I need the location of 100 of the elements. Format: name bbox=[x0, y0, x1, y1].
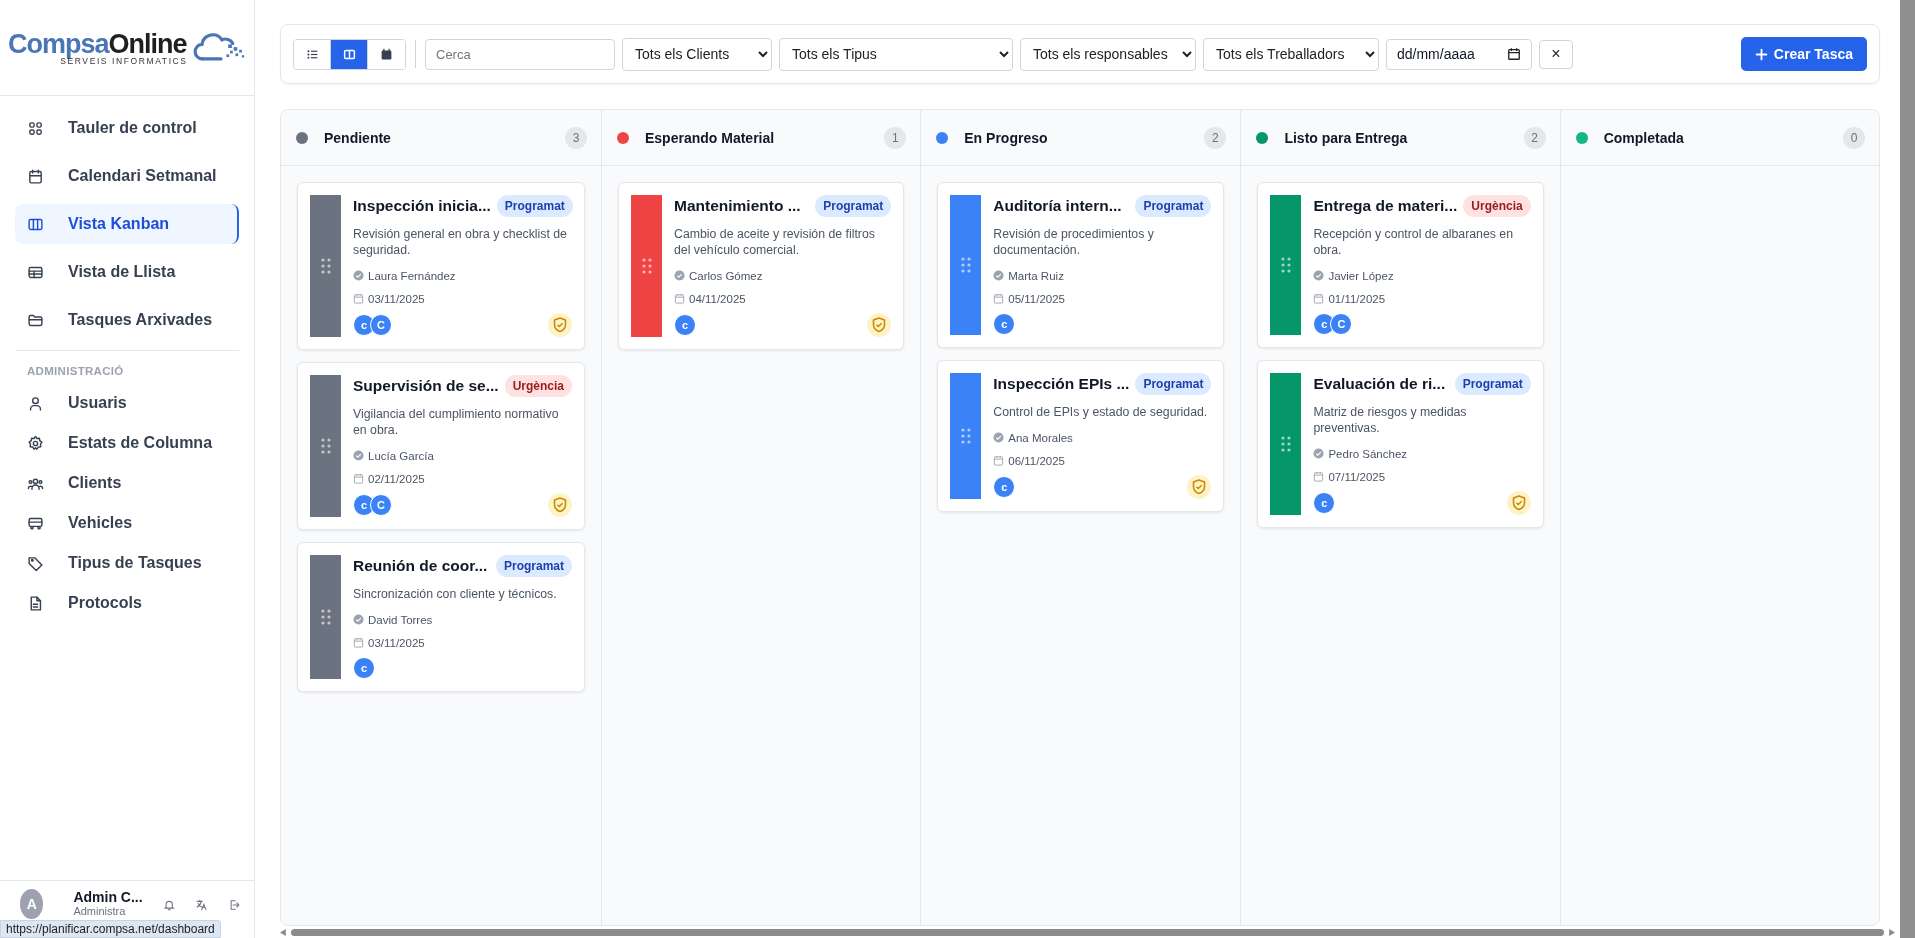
assignee-name: Carlos Gómez bbox=[689, 269, 763, 282]
right-arrow-icon[interactable] bbox=[1888, 928, 1895, 936]
column-title: Completada bbox=[1603, 129, 1685, 146]
task-card[interactable]: Auditoría intern... Programat Revisión de procedimientos y documentación. Marta Ruiz 05/11/2025 c bbox=[937, 182, 1225, 348]
due-date: 02/11/2025 bbox=[368, 472, 425, 485]
drag-handle[interactable] bbox=[1270, 373, 1302, 515]
column-title: Listo para Entrega bbox=[1284, 129, 1409, 146]
user-role: Administra bbox=[73, 905, 127, 917]
task-card[interactable]: Inspección EPIs ... Programat Control de EPIs y estado de seguridad. Ana Morales 06/11/2025 c bbox=[937, 360, 1225, 512]
avatar: C bbox=[370, 494, 392, 516]
filter-dropdown[interactable]: Tots els Treballadors bbox=[1203, 37, 1379, 71]
status-url: https://planificar.compsa.net/dashboard bbox=[0, 920, 221, 938]
card-description: Recepción y control de albaranes en obra. bbox=[1313, 226, 1515, 258]
task-card[interactable]: Entrega de materi... Urgència Recepción y control de albaranes en obra. Javier López 01/11/2025 c C bbox=[1257, 182, 1544, 348]
priority-badge: Programat bbox=[1454, 373, 1531, 395]
task-card[interactable]: Reunión de coor... Programat Sincronización con cliente y técnicos. David Torres 03/11/2025 c bbox=[297, 542, 585, 692]
filter-dropdown[interactable]: Tots els Tipus bbox=[779, 37, 1013, 71]
nav-item[interactable]: Vista de Llista bbox=[15, 252, 239, 292]
card-description: Vigilancia del cumplimiento normativo en obra. bbox=[353, 406, 560, 438]
nav-item[interactable]: Protocols bbox=[15, 587, 239, 619]
nav-item[interactable]: Vehicles bbox=[15, 507, 239, 539]
list-view-button[interactable] bbox=[294, 39, 331, 69]
calendar-icon bbox=[1313, 293, 1325, 304]
due-date: 06/11/2025 bbox=[1008, 454, 1065, 467]
priority-badge: Programat bbox=[496, 195, 573, 217]
translate-icon[interactable] bbox=[195, 897, 208, 913]
column-title: En Progreso bbox=[964, 129, 1049, 146]
section-title: ADMINISTRACIÓ bbox=[26, 365, 125, 377]
card-title: Inspección EPIs ... bbox=[993, 375, 1130, 393]
settings-icon bbox=[27, 434, 44, 452]
vertical-scrollbar[interactable] bbox=[1900, 0, 1915, 938]
drag-handle[interactable] bbox=[950, 373, 982, 499]
avatar: C bbox=[1330, 313, 1353, 335]
person-icon bbox=[1313, 448, 1325, 459]
nav-item[interactable]: Calendari Setmanal bbox=[15, 156, 239, 196]
card-title: Inspección inicia... bbox=[353, 197, 491, 215]
drag-handle[interactable] bbox=[950, 195, 982, 335]
calendar-icon bbox=[993, 293, 1005, 304]
drag-handle[interactable] bbox=[310, 555, 341, 679]
task-card[interactable]: Inspección inicia... Programat Revisión general en obra y checklist de seguridad. Laura Fernández 03/11/2025 c C bbox=[297, 182, 585, 350]
priority-badge: Programat bbox=[815, 195, 892, 217]
count-badge: 2 bbox=[1523, 126, 1546, 149]
calendar-icon bbox=[1507, 47, 1521, 61]
due-date: 03/11/2025 bbox=[368, 636, 425, 649]
calendar-icon bbox=[353, 473, 364, 484]
count-badge: 2 bbox=[1204, 126, 1227, 149]
drag-handle[interactable] bbox=[631, 195, 662, 337]
assignee-name: David Torres bbox=[368, 613, 433, 626]
task-card[interactable]: Evaluación de ri... Programat Matriz de riesgos y medidas preventivas. Pedro Sánchez 07/11/2025 c bbox=[1257, 360, 1544, 528]
person-icon bbox=[353, 614, 364, 625]
due-date: 07/11/2025 bbox=[1328, 470, 1386, 483]
calendar-icon bbox=[1313, 471, 1325, 482]
list-icon bbox=[305, 47, 319, 61]
drag-handle[interactable] bbox=[310, 375, 341, 517]
logo[interactable]: CompsaOnline SERVEIS INFORMATICS bbox=[0, 0, 254, 96]
column-title: Esperando Material bbox=[645, 129, 776, 146]
logout-icon[interactable] bbox=[227, 897, 240, 913]
user-icon bbox=[27, 394, 44, 412]
create-task-button[interactable]: Crear Tasca bbox=[1740, 37, 1867, 71]
filter-dropdown[interactable]: Tots els Clients bbox=[622, 37, 772, 71]
count-badge: 3 bbox=[565, 126, 587, 149]
nav-item[interactable]: Clients bbox=[15, 467, 239, 499]
card-description: Cambio de aceite y revisión de filtros del vehículo comercial. bbox=[674, 226, 876, 258]
horizontal-scrollbar[interactable] bbox=[280, 926, 1895, 938]
assignee-name: Laura Fernández bbox=[368, 269, 456, 282]
due-date: 01/11/2025 bbox=[1328, 292, 1386, 305]
nav-item[interactable]: Tauler de control bbox=[15, 108, 239, 148]
clear-button[interactable]: × bbox=[1539, 39, 1573, 69]
person-icon bbox=[353, 270, 364, 281]
search-field[interactable]: Cerca bbox=[425, 38, 615, 70]
avatar: c bbox=[993, 476, 1016, 498]
person-icon bbox=[993, 432, 1005, 443]
nav-item[interactable]: Vista Kanban bbox=[15, 204, 239, 244]
nav-item[interactable]: Estats de Columna bbox=[15, 427, 239, 459]
kanban-view-button[interactable] bbox=[331, 39, 368, 69]
priority-badge: Programat bbox=[1135, 195, 1212, 217]
due-date: 04/11/2025 bbox=[689, 292, 746, 305]
count-badge: 1 bbox=[884, 126, 907, 149]
plus-icon bbox=[1754, 47, 1768, 61]
card-description: Revisión general en obra y checklist de seguridad. bbox=[353, 226, 568, 258]
nav-item[interactable]: Tipus de Tasques bbox=[15, 547, 239, 579]
task-card[interactable]: Mantenimiento ... Programat Cambio de aceite y revisión de filtros del vehículo comercial. Carlos Gómez 04/11/2025 c bbox=[618, 182, 905, 350]
assignee-name: Marta Ruiz bbox=[1008, 269, 1064, 282]
filter-dropdown[interactable]: Tots els responsables bbox=[1020, 37, 1196, 71]
column-title: Pendiente bbox=[324, 129, 392, 146]
task-card[interactable]: Supervisión de se... Urgència Vigilancia del cumplimiento normativo en obra. Lucía García 02/11/2025 c C bbox=[297, 362, 585, 530]
drag-handle[interactable] bbox=[1270, 195, 1302, 335]
priority-badge: Urgència bbox=[504, 375, 572, 397]
card-description: Revisión de procedimientos y documentación. bbox=[993, 226, 1155, 258]
card-title: Reunión de coor... bbox=[353, 557, 488, 575]
nav-item[interactable]: Tasques Arxivades bbox=[15, 300, 239, 340]
date-field[interactable]: dd/mm/aaaa bbox=[1386, 38, 1532, 70]
priority-badge: Programat bbox=[1135, 373, 1212, 395]
calendar-icon bbox=[353, 293, 364, 304]
grid-icon bbox=[27, 119, 44, 137]
left-arrow-icon[interactable] bbox=[280, 928, 287, 936]
person-icon bbox=[993, 270, 1005, 281]
assignee-name: Ana Morales bbox=[1008, 431, 1073, 444]
drag-handle[interactable] bbox=[310, 195, 341, 337]
nav-item[interactable]: Usuaris bbox=[15, 387, 239, 419]
